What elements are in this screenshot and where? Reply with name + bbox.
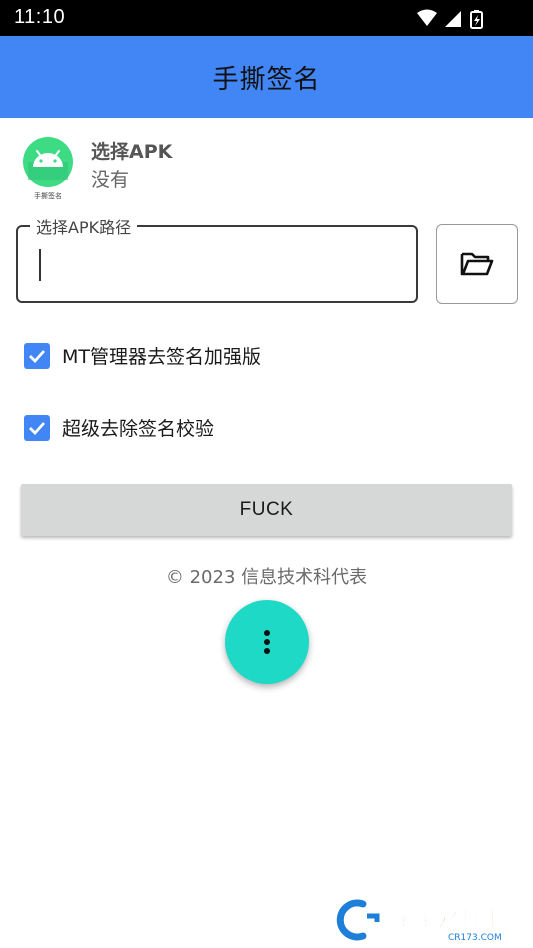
apk-path-label: 选择APK路径 [30,214,138,238]
apk-icon-caption: 手撕签名 [34,191,62,200]
status-bar: 11:10 [0,0,533,36]
option-label: 超级去除签名校验 [62,418,215,440]
checkbox-mt-manager[interactable] [24,342,50,369]
fuck-button[interactable]: FUCK [21,484,512,536]
more-vert-icon [264,630,270,654]
watermark-text: 西西软件园 [385,906,495,932]
apk-path-input[interactable] [38,243,402,285]
apk-title: 选择APK [91,141,173,163]
option-mt-manager[interactable]: MT管理器去签名加强版 [24,342,261,369]
more-options-fab[interactable] [225,600,309,684]
wifi-icon [417,9,437,26]
app-title: 手撕签名 [212,64,321,95]
status-icons [417,9,483,29]
status-time: 11:10 [14,6,66,28]
signal-icon [445,11,461,27]
folder-open-icon [460,252,494,276]
battery-charging-icon [470,10,483,29]
watermark-logo: 西西软件园 CR173.COM [336,899,502,943]
copyright-text: © 2023 信息技术科代表 [165,567,368,588]
watermark-url: CR173.COM [448,933,502,943]
text-cursor [39,249,41,281]
option-label: MT管理器去签名加强版 [62,346,261,368]
option-super-remove[interactable]: 超级去除签名校验 [24,414,214,441]
checkbox-super-remove[interactable] [24,414,50,441]
apk-subtitle: 没有 [91,169,130,191]
check-icon [29,349,46,363]
android-app-icon[interactable]: 手撕签名 [22,136,74,200]
open-folder-button[interactable] [436,224,518,304]
check-icon [29,421,46,435]
app-bar: 手撕签名 [0,36,533,118]
